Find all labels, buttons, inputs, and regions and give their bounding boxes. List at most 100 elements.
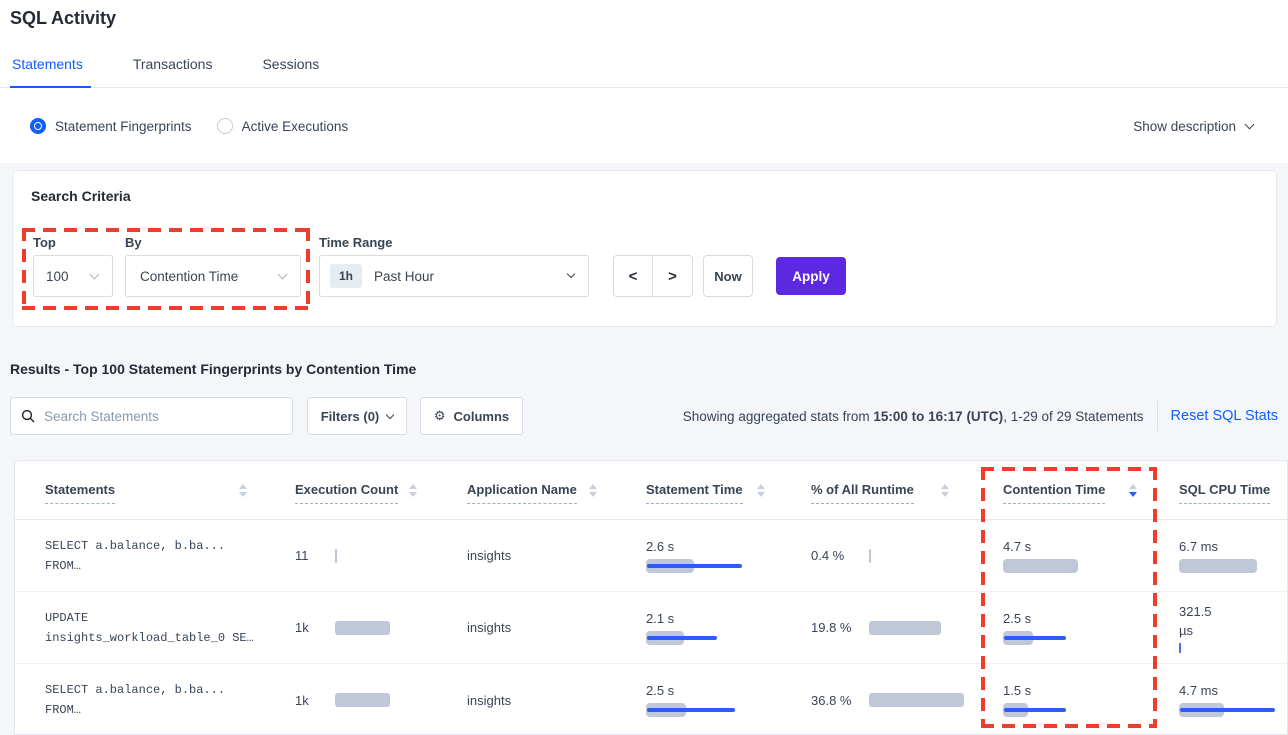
gear-icon: ⚙ bbox=[434, 408, 446, 424]
sql-cpu-time-cell: 4.7 ms bbox=[1155, 683, 1288, 717]
sql-activity-page: SQL Activity Statements Transactions Ses… bbox=[0, 0, 1288, 735]
by-select[interactable]: Contention Time bbox=[125, 255, 301, 297]
reset-sql-stats-link[interactable]: Reset SQL Stats bbox=[1171, 408, 1278, 424]
count-bar bbox=[335, 693, 390, 707]
contention-time-cell: 2.5 s bbox=[967, 611, 1155, 645]
search-icon bbox=[21, 409, 35, 423]
pct-runtime-bar bbox=[869, 621, 941, 635]
columns-button-label: Columns bbox=[454, 409, 510, 424]
showing-stats-text: Showing aggregated stats from 15:00 to 1… bbox=[683, 409, 1144, 424]
sort-arrows-icon bbox=[589, 484, 597, 497]
application-name-cell: insights bbox=[435, 693, 615, 708]
table-row: SELECT a.balance, b.ba...FROM… 11 insigh… bbox=[15, 520, 1287, 592]
by-label: By bbox=[125, 235, 142, 250]
column-header-execution-count[interactable]: Execution Count bbox=[265, 461, 435, 519]
radio-statement-fingerprints-label[interactable]: Statement Fingerprints bbox=[55, 119, 192, 134]
columns-button[interactable]: ⚙ Columns bbox=[420, 397, 523, 435]
statement-time-cell: 2.1 s bbox=[615, 611, 783, 645]
time-range-label: Time Range bbox=[319, 235, 392, 250]
sql-cpu-time-bar bbox=[1179, 559, 1288, 573]
sql-cpu-time-cell: 321.5 µs bbox=[1155, 602, 1287, 653]
statement-time-cell: 2.6 s bbox=[615, 539, 783, 573]
results-heading: Results - Top 100 Statement Fingerprints… bbox=[10, 361, 416, 377]
application-name-cell: insights bbox=[435, 620, 615, 635]
prev-time-button[interactable]: < bbox=[614, 256, 653, 296]
count-bar bbox=[335, 549, 337, 563]
time-nav-group: < > bbox=[613, 255, 693, 297]
execution-count-cell: 1k bbox=[265, 693, 435, 708]
statement-fingerprint-link[interactable]: UPDATEinsights_workload_table_0 SE… bbox=[15, 608, 265, 648]
contention-time-bar bbox=[1003, 703, 1123, 717]
by-select-value: Contention Time bbox=[140, 269, 238, 284]
search-criteria-card: Search Criteria Top 100 By Contention Ti… bbox=[12, 170, 1277, 327]
statement-fingerprint-link[interactable]: SELECT a.balance, b.ba...FROM… bbox=[15, 536, 265, 576]
statements-table: Statements Execution Count Application N… bbox=[14, 460, 1288, 735]
filters-button[interactable]: Filters (0) bbox=[307, 397, 407, 435]
sort-arrows-icon bbox=[941, 484, 949, 497]
show-description-label: Show description bbox=[1133, 119, 1236, 134]
statement-fingerprint-link[interactable]: SELECT a.balance, b.ba...FROM… bbox=[15, 680, 265, 720]
pct-runtime-cell: 36.8 % bbox=[783, 691, 967, 710]
execution-count-cell: 1k bbox=[265, 620, 435, 635]
chevron-down-icon bbox=[90, 269, 100, 279]
column-header-sql-cpu-time[interactable]: SQL CPU Time bbox=[1155, 461, 1287, 519]
search-statements-input[interactable] bbox=[44, 409, 282, 424]
sort-arrows-icon bbox=[409, 484, 417, 497]
statement-time-cell: 2.5 s bbox=[615, 683, 783, 717]
tab-bar: Statements Transactions Sessions bbox=[0, 54, 1288, 88]
contention-time-cell: 4.7 s bbox=[967, 539, 1155, 573]
statement-time-bar bbox=[646, 559, 766, 573]
column-header-statements[interactable]: Statements bbox=[15, 461, 265, 519]
chevron-down-icon bbox=[278, 269, 288, 279]
table-header-row: Statements Execution Count Application N… bbox=[15, 461, 1287, 520]
top-select-value: 100 bbox=[46, 269, 69, 284]
execution-count-cell: 11 bbox=[265, 548, 435, 563]
search-criteria-heading: Search Criteria bbox=[31, 188, 131, 204]
column-header-application-name[interactable]: Application Name bbox=[435, 461, 615, 519]
table-row: SELECT a.balance, b.ba...FROM… 1k insigh… bbox=[15, 664, 1287, 735]
pct-runtime-cell: 19.8 % bbox=[783, 618, 967, 637]
page-title: SQL Activity bbox=[10, 8, 116, 29]
tab-statements[interactable]: Statements bbox=[10, 54, 85, 87]
view-toggle-row: Statement Fingerprints Active Executions… bbox=[0, 89, 1288, 163]
pct-runtime-bar bbox=[869, 549, 871, 563]
search-statements-box bbox=[10, 397, 293, 435]
tab-sessions[interactable]: Sessions bbox=[260, 54, 321, 87]
now-button[interactable]: Now bbox=[703, 255, 753, 297]
sort-arrows-icon bbox=[239, 484, 247, 497]
top-select[interactable]: 100 bbox=[33, 255, 113, 297]
chevron-down-icon bbox=[386, 410, 394, 418]
sql-cpu-time-bar bbox=[1179, 643, 1181, 653]
tab-transactions[interactable]: Transactions bbox=[131, 54, 215, 87]
statement-time-bar bbox=[646, 703, 766, 717]
sort-arrows-icon-active bbox=[1129, 484, 1137, 497]
chevron-down-icon bbox=[567, 270, 575, 278]
time-range-value: Past Hour bbox=[374, 269, 434, 284]
column-header-statement-time[interactable]: Statement Time bbox=[615, 461, 783, 519]
results-meta: Showing aggregated stats from 15:00 to 1… bbox=[683, 397, 1278, 435]
column-header-pct-runtime[interactable]: % of All Runtime bbox=[783, 461, 967, 519]
sql-cpu-time-cell: 6.7 ms bbox=[1155, 539, 1288, 573]
top-label: Top bbox=[33, 235, 56, 250]
pct-runtime-cell: 0.4 % bbox=[783, 546, 967, 565]
contention-time-bar bbox=[1003, 559, 1123, 573]
divider bbox=[1157, 401, 1158, 431]
sort-arrows-icon bbox=[757, 484, 765, 497]
time-range-select[interactable]: 1h Past Hour bbox=[319, 255, 589, 297]
filters-button-label: Filters (0) bbox=[321, 409, 380, 424]
statement-time-bar bbox=[646, 631, 766, 645]
radio-active-executions[interactable] bbox=[217, 118, 233, 134]
show-description-toggle[interactable]: Show description bbox=[1133, 119, 1253, 134]
count-bar bbox=[335, 621, 390, 635]
application-name-cell: insights bbox=[435, 548, 615, 563]
column-header-contention-time[interactable]: Contention Time bbox=[967, 461, 1155, 519]
apply-button[interactable]: Apply bbox=[776, 257, 846, 295]
next-time-button[interactable]: > bbox=[653, 256, 692, 296]
radio-statement-fingerprints[interactable] bbox=[30, 118, 46, 134]
chevron-down-icon bbox=[1245, 119, 1255, 129]
radio-active-executions-label[interactable]: Active Executions bbox=[242, 119, 349, 134]
contention-time-bar bbox=[1003, 631, 1123, 645]
contention-time-cell: 1.5 s bbox=[967, 683, 1155, 717]
time-range-badge: 1h bbox=[330, 264, 362, 288]
pct-runtime-bar bbox=[869, 693, 964, 707]
